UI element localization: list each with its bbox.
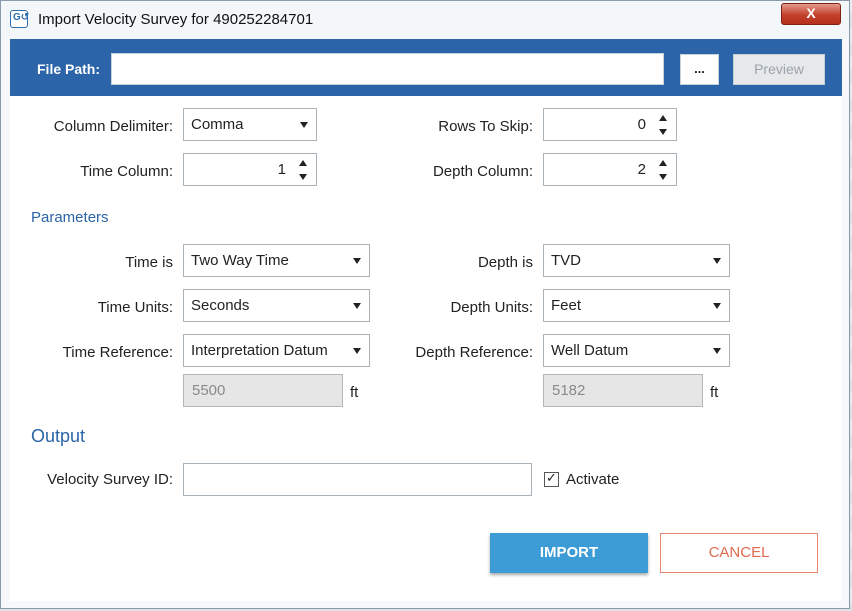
time-reference-value: Interpretation Datum [191,342,328,359]
column-delimiter-label: Column Delimiter: [53,118,173,135]
time-datum-field: 5500 [183,374,343,407]
spinner-down-icon[interactable] [659,129,667,135]
time-units-value: Seconds [191,297,250,314]
rows-to-skip-spinner[interactable]: 0 [543,108,677,141]
file-path-input[interactable] [111,53,664,85]
dialog-body: File Path: ... Preview Column Delimiter:… [10,39,842,601]
time-column-label: Time Column: [80,163,173,180]
depth-datum-unit: ft [710,384,719,401]
spinner-up-icon[interactable] [659,115,667,121]
spinner-up-icon[interactable] [659,160,667,166]
depth-datum-value: 5182 [552,382,586,399]
depth-reference-select[interactable]: Well Datum [543,334,730,367]
file-path-bar: File Path: ... Preview [10,39,842,96]
velocity-survey-id-input[interactable] [183,463,532,496]
depth-units-label: Depth Units: [450,299,533,316]
depth-is-label: Depth is [477,254,533,271]
depth-column-value: 2 [637,161,646,178]
output-heading: Output [31,426,86,446]
time-column-value: 1 [277,161,286,178]
depth-is-value: TVD [551,252,581,269]
activate-checkbox[interactable]: ✓ [544,470,559,487]
chevron-down-icon [713,303,721,309]
close-button[interactable]: X [781,3,841,25]
time-column-spinner[interactable]: 1 [183,153,317,186]
velocity-survey-id-label: Velocity Survey ID: [47,471,173,488]
time-is-select[interactable]: Two Way Time [183,244,370,277]
close-icon: X [806,5,816,21]
depth-reference-value: Well Datum [551,342,629,359]
time-is-value: Two Way Time [191,252,289,269]
checkmark-icon: ✓ [546,470,557,485]
import-dialog-window: G↺ Import Velocity Survey for 4902522847… [0,0,850,609]
time-is-label: Time is [125,254,173,271]
time-datum-value: 5500 [192,382,226,399]
depth-datum-field: 5182 [543,374,703,407]
time-reference-select[interactable]: Interpretation Datum [183,334,370,367]
column-delimiter-select[interactable]: Comma [183,108,317,141]
preview-button[interactable]: Preview [733,54,825,85]
column-delimiter-value: Comma [191,116,244,133]
rows-to-skip-label: Rows To Skip: [438,118,533,135]
title-bar: G↺ Import Velocity Survey for 4902522847… [1,1,849,39]
time-reference-label: Time Reference: [62,344,173,361]
window-title: Import Velocity Survey for 490252284701 [38,11,314,28]
spinner-down-icon[interactable] [299,174,307,180]
chevron-down-icon [353,258,361,264]
import-button[interactable]: IMPORT [490,533,648,573]
file-path-label: File Path: [37,61,101,77]
time-units-select[interactable]: Seconds [183,289,370,322]
depth-column-spinner[interactable]: 2 [543,153,677,186]
activate-label[interactable]: Activate [566,471,619,488]
spinner-up-icon[interactable] [299,160,307,166]
app-icon: G↺ [10,10,29,28]
depth-column-label: Depth Column: [432,163,533,180]
depth-is-select[interactable]: TVD [543,244,730,277]
cancel-button[interactable]: CANCEL [660,533,818,573]
rows-to-skip-value: 0 [637,116,646,133]
spinner-down-icon[interactable] [659,174,667,180]
time-datum-unit: ft [350,384,359,401]
depth-units-value: Feet [551,297,582,314]
depth-units-select[interactable]: Feet [543,289,730,322]
chevron-down-icon [353,348,361,354]
time-units-label: Time Units: [97,299,173,316]
chevron-down-icon [300,122,308,128]
depth-reference-label: Depth Reference: [415,344,533,361]
chevron-down-icon [713,258,721,264]
chevron-down-icon [353,303,361,309]
parameters-heading: Parameters [31,209,109,226]
browse-button[interactable]: ... [680,54,719,85]
chevron-down-icon [713,348,721,354]
